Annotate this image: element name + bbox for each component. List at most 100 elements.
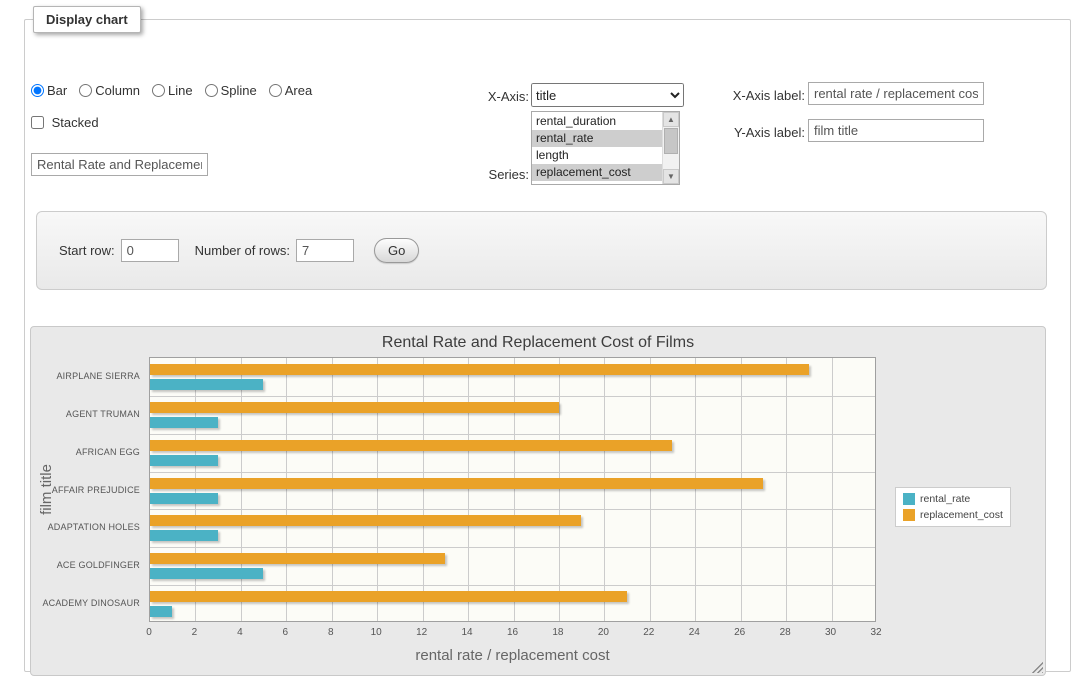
chart-type-option-area[interactable]: Area: [269, 83, 312, 98]
bar-rental_rate: [150, 379, 263, 390]
gridline: [332, 358, 333, 621]
chart-type-radio-column[interactable]: [79, 84, 92, 97]
x-tick: 6: [283, 627, 289, 638]
scroll-thumb[interactable]: [664, 128, 678, 154]
x-tick: 24: [689, 627, 700, 638]
gridline: [741, 358, 742, 621]
num-rows-label: Number of rows:: [195, 243, 290, 258]
x-tick: 22: [643, 627, 654, 638]
gridline: [150, 585, 875, 586]
chart-type-option-spline[interactable]: Spline: [205, 83, 257, 98]
display-chart-panel: Display chart Bar Column Line Spline Area St…: [24, 6, 1071, 672]
bar-rental_rate: [150, 606, 172, 617]
chart-type-option-column[interactable]: Column: [79, 83, 140, 98]
y-axis-label-input[interactable]: [808, 119, 984, 142]
series-option-rental_rate[interactable]: rental_rate: [532, 130, 662, 147]
gridline: [514, 358, 515, 621]
x-tick: 28: [780, 627, 791, 638]
bar-rental_rate: [150, 568, 263, 579]
y-category: ADAPTATION HOLES: [31, 522, 140, 532]
x-tick: 8: [328, 627, 334, 638]
start-row-input[interactable]: [121, 239, 179, 262]
gridline: [695, 358, 696, 621]
bar-replacement_cost: [150, 402, 559, 413]
series-option-length[interactable]: length: [532, 147, 662, 164]
stacked-option[interactable]: Stacked: [31, 115, 99, 130]
chart-type-radios: Bar Column Line Spline Area: [31, 83, 324, 98]
x-tick: 18: [552, 627, 563, 638]
scroll-down-icon[interactable]: ▼: [663, 169, 679, 184]
x-tick: 16: [507, 627, 518, 638]
x-axis-label-field-label: X-Axis label:: [718, 88, 805, 103]
series-scrollbar[interactable]: ▲ ▼: [662, 112, 679, 184]
chart-type-radio-area[interactable]: [269, 84, 282, 97]
bar-rental_rate: [150, 417, 218, 428]
x-axis-title: rental rate / replacement cost: [149, 647, 876, 664]
x-tick-labels: 02468101214161820222426283032: [149, 627, 876, 641]
gridline: [150, 509, 875, 510]
bar-replacement_cost: [150, 591, 627, 602]
legend-entry-replacement_cost: replacement_cost: [899, 507, 1007, 523]
legend-entry-rental_rate: rental_rate: [899, 491, 1007, 507]
x-axis-label: X-Axis:: [449, 89, 529, 104]
bar-replacement_cost: [150, 364, 809, 375]
y-category: ACADEMY DINOSAUR: [31, 598, 140, 608]
gridline: [559, 358, 560, 621]
x-tick: 20: [598, 627, 609, 638]
y-axis-label-field-label: Y-Axis label:: [718, 125, 805, 140]
resize-handle-icon[interactable]: [1031, 661, 1043, 673]
gridline: [286, 358, 287, 621]
gridline: [832, 358, 833, 621]
y-category-labels: AIRPLANE SIERRA AGENT TRUMAN AFRICAN EGG AF…: [31, 357, 144, 622]
series-options: rental_durationrental_ratelengthreplacem…: [532, 112, 662, 184]
series-option-rental_duration[interactable]: rental_duration: [532, 113, 662, 130]
gridline: [786, 358, 787, 621]
x-tick: 12: [416, 627, 427, 638]
chart-type-option-bar[interactable]: Bar: [31, 83, 67, 98]
legend-swatch: [903, 493, 915, 505]
stacked-label: Stacked: [52, 115, 99, 130]
chart-title-input[interactable]: [31, 153, 208, 176]
y-category: AFFAIR PREJUDICE: [31, 485, 140, 495]
page: Display chart Bar Column Line Spline Area St…: [0, 0, 1081, 681]
gridline: [377, 358, 378, 621]
series-option-replacement_cost[interactable]: replacement_cost: [532, 164, 662, 181]
y-category: AIRPLANE SIERRA: [31, 371, 140, 381]
bar-rental_rate: [150, 455, 218, 466]
x-tick: 0: [146, 627, 152, 638]
gridline: [150, 472, 875, 473]
bar-replacement_cost: [150, 553, 445, 564]
x-tick: 10: [371, 627, 382, 638]
series-label: Series:: [449, 167, 529, 182]
stacked-checkbox[interactable]: [31, 116, 44, 129]
x-tick: 14: [462, 627, 473, 638]
chart-title: Rental Rate and Replacement Cost of Film…: [31, 334, 1045, 352]
scroll-up-icon[interactable]: ▲: [663, 112, 679, 127]
gridline: [423, 358, 424, 621]
legend-swatch: [903, 509, 915, 521]
gridline: [650, 358, 651, 621]
x-axis-label-input[interactable]: [808, 82, 984, 105]
chart-type-radio-spline[interactable]: [205, 84, 218, 97]
bar-rental_rate: [150, 493, 218, 504]
y-category: AGENT TRUMAN: [31, 409, 140, 419]
x-tick: 32: [870, 627, 881, 638]
x-axis-select[interactable]: title: [531, 83, 684, 107]
gridline: [468, 358, 469, 621]
chart-type-radio-bar[interactable]: [31, 84, 44, 97]
x-tick: 30: [825, 627, 836, 638]
start-row-label: Start row:: [59, 243, 115, 258]
chart-type-radio-line[interactable]: [152, 84, 165, 97]
series-listbox[interactable]: rental_durationrental_ratelengthreplacem…: [531, 111, 680, 185]
y-category: AFRICAN EGG: [31, 447, 140, 457]
num-rows-input[interactable]: [296, 239, 354, 262]
chart-type-option-line[interactable]: Line: [152, 83, 193, 98]
legend-label: replacement_cost: [920, 509, 1003, 521]
bar-replacement_cost: [150, 478, 763, 489]
go-button[interactable]: Go: [374, 238, 419, 263]
bar-rental_rate: [150, 530, 218, 541]
gridline: [150, 547, 875, 548]
gridline: [150, 396, 875, 397]
panel-legend: Display chart: [33, 6, 141, 33]
chart-legend: rental_rate replacement_cost: [895, 487, 1011, 527]
